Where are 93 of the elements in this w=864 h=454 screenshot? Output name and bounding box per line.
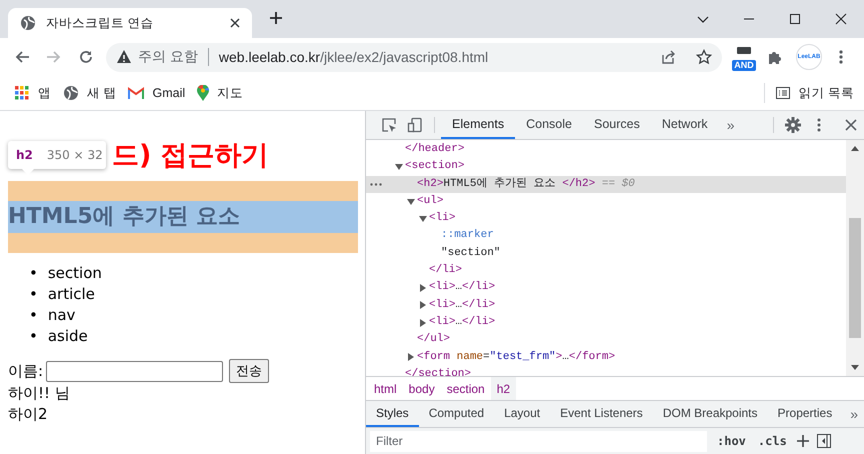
plus-icon[interactable] xyxy=(796,435,809,447)
expanded-arrow-icon[interactable] xyxy=(407,198,415,206)
devtools-tab[interactable]: Network xyxy=(650,111,719,139)
close-devtools-icon[interactable] xyxy=(845,119,857,131)
close-icon[interactable] xyxy=(834,12,848,26)
list-item: section xyxy=(48,263,102,284)
bookmark-item[interactable]: 앱 xyxy=(12,79,61,107)
bookmark-item[interactable]: Gmail xyxy=(126,79,196,107)
more-tabs-button[interactable]: » xyxy=(842,401,864,427)
settings-icon[interactable] xyxy=(785,117,801,133)
collapsed-arrow-icon[interactable] xyxy=(419,301,427,310)
list-item: article xyxy=(48,284,95,305)
map-pin-icon xyxy=(197,85,210,101)
list-bullet: • xyxy=(29,263,38,284)
expanded-arrow-icon[interactable] xyxy=(419,214,427,223)
ellipsis-icon[interactable] xyxy=(370,182,382,186)
more-tabs-button[interactable]: » xyxy=(718,111,742,139)
printer-icon xyxy=(736,46,752,54)
devtools-tab[interactable]: Console xyxy=(515,111,583,139)
tooltip-size: 350 × 32 xyxy=(46,148,103,162)
hover-state-button[interactable]: :hov xyxy=(715,434,748,448)
dom-node-line[interactable]: "section" xyxy=(441,244,500,262)
dom-node-line[interactable]: <li>…</li> xyxy=(429,296,496,314)
class-button[interactable]: .cls xyxy=(756,434,789,448)
dom-node-line[interactable]: </section> xyxy=(405,366,472,376)
reading-list-button[interactable]: 읽기 목록 xyxy=(772,79,864,107)
devtools-tab[interactable]: Sources xyxy=(582,111,651,139)
sidebar-toggle-icon[interactable] xyxy=(816,434,831,448)
dom-node-line[interactable]: <li> xyxy=(429,210,456,228)
field-label: 이름: xyxy=(8,362,44,380)
dom-node-line[interactable]: <ul> xyxy=(417,192,444,210)
close-icon[interactable] xyxy=(228,16,242,30)
plus-icon xyxy=(269,11,283,25)
styles-pane-tab[interactable]: Layout xyxy=(494,401,550,427)
output-text: 하이!! 님 xyxy=(8,383,71,404)
list-bullet: • xyxy=(29,284,38,305)
dom-node-line[interactable]: ::marker xyxy=(441,227,494,245)
dom-node-line[interactable]: <li>…</li> xyxy=(429,279,496,297)
url-text: web.leelab.co.kr/jklee/ex2/javascript08.html xyxy=(218,49,490,65)
back-icon[interactable] xyxy=(14,49,30,65)
maximize-icon[interactable] xyxy=(788,12,802,26)
list-bullet: • xyxy=(29,326,38,347)
collapsed-arrow-icon[interactable] xyxy=(407,353,415,362)
star-icon[interactable] xyxy=(696,49,712,65)
styles-pane-tab[interactable]: Computed xyxy=(418,401,494,427)
device-toolbar-icon[interactable] xyxy=(407,117,423,133)
name-input-field[interactable] xyxy=(46,360,224,382)
expanded-arrow-icon[interactable] xyxy=(395,162,403,171)
collapsed-arrow-icon[interactable] xyxy=(419,284,427,292)
scrollbar[interactable] xyxy=(846,140,864,376)
section-heading: HTML5에 추가된 요소 xyxy=(8,201,358,233)
styles-pane-tab[interactable]: Properties xyxy=(768,401,842,427)
filter-field[interactable]: Filter xyxy=(370,430,707,452)
scroll-up-icon[interactable] xyxy=(851,146,859,151)
address-bar[interactable]: 주의 요함 web.leelab.co.kr/jklee/ex2/javascript08.html xyxy=(106,42,722,72)
page-heading: 드) 접근하기 xyxy=(112,139,270,173)
tooltip-tag: h2 xyxy=(16,148,33,162)
list-icon xyxy=(774,85,791,101)
browser-tab[interactable]: 자바스크립트 연습 xyxy=(8,8,252,38)
list-item: nav xyxy=(48,305,76,326)
dom-node-line[interactable]: <section> xyxy=(405,158,464,176)
submit-button[interactable]: 전송 xyxy=(229,359,270,383)
globe-icon xyxy=(63,85,79,101)
styles-pane-tab[interactable]: Event Listeners xyxy=(550,401,653,427)
share-icon[interactable] xyxy=(660,49,676,65)
more-icon[interactable] xyxy=(838,49,844,65)
breadcrumb-item[interactable]: html xyxy=(368,377,403,400)
styles-pane-tab[interactable]: DOM Breakpoints xyxy=(652,401,768,427)
more-options-icon[interactable] xyxy=(817,118,821,132)
breadcrumb-item[interactable]: section xyxy=(440,377,491,400)
dom-node-line[interactable]: <form name="test_frm">…</form> xyxy=(417,348,616,366)
security-warning[interactable]: 주의 요함 xyxy=(138,48,198,66)
inspect-icon[interactable] xyxy=(381,117,397,133)
mail-icon xyxy=(128,87,144,99)
devtools-tab[interactable]: Elements xyxy=(441,111,516,139)
dom-node-line[interactable]: </header> xyxy=(405,141,464,158)
output-text: 하이2 xyxy=(8,404,49,425)
collapsed-arrow-icon[interactable] xyxy=(419,318,427,327)
bookmark-item[interactable]: 지도 xyxy=(195,79,254,107)
globe-icon xyxy=(20,15,36,31)
bookmark-item[interactable]: 새 탭 xyxy=(61,79,126,107)
apps-grid-icon xyxy=(14,85,30,101)
extension-button[interactable]: AND xyxy=(730,43,758,71)
reload-icon[interactable] xyxy=(78,49,94,65)
list-item: aside xyxy=(48,326,88,347)
dom-node-line[interactable]: <li>…</li> xyxy=(429,314,496,332)
warning-icon xyxy=(116,49,132,65)
breadcrumb-item[interactable]: h2 xyxy=(490,377,516,400)
dom-node-line[interactable]: </li> xyxy=(429,262,462,280)
breadcrumb-item[interactable]: body xyxy=(402,377,441,400)
list-bullet: • xyxy=(29,305,38,326)
scroll-down-icon[interactable] xyxy=(851,365,859,370)
dom-node-line[interactable]: </ul> xyxy=(417,331,450,349)
